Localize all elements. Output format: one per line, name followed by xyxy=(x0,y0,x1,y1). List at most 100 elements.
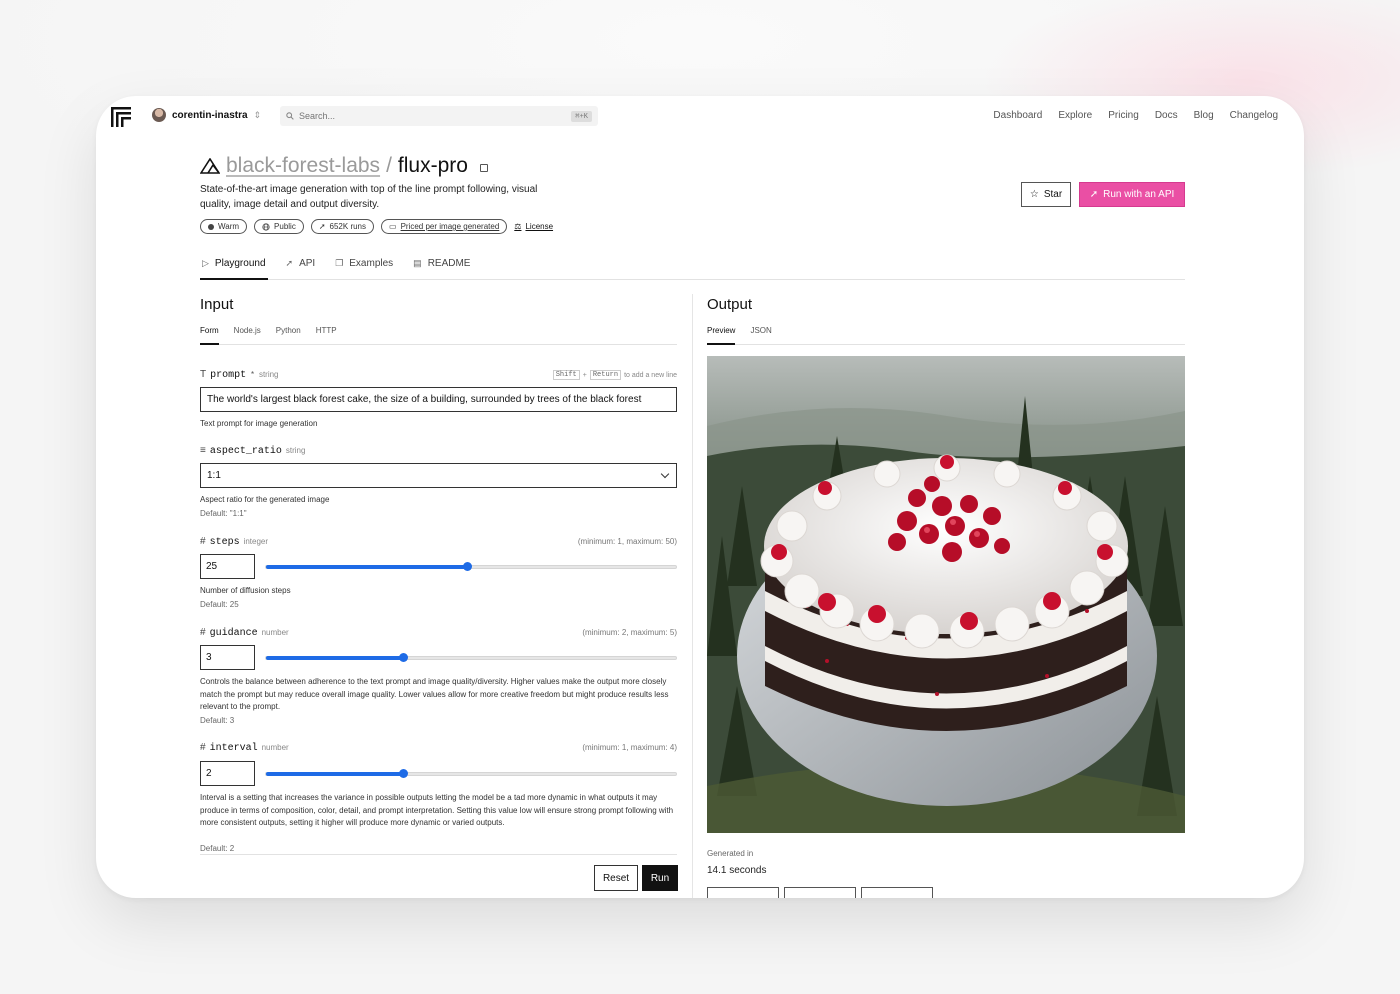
nav-dashboard[interactable]: Dashboard xyxy=(993,110,1042,121)
username: corentin-inastra xyxy=(172,109,248,121)
license-label: License xyxy=(525,222,554,231)
flame-icon xyxy=(208,223,214,230)
guidance-name: guidance xyxy=(209,628,258,639)
slider-thumb[interactable] xyxy=(398,769,408,778)
scale-icon: ⚖ xyxy=(514,222,522,231)
output-action-3[interactable] xyxy=(861,887,933,898)
warm-label: Warm xyxy=(218,222,240,231)
input-heading: Input xyxy=(200,296,234,313)
nav-pricing[interactable]: Pricing xyxy=(1108,110,1139,121)
search-bar[interactable]: ⌘+K xyxy=(280,106,598,126)
model-description: State-of-the-art image generation with t… xyxy=(200,184,538,210)
copy-icon[interactable] xyxy=(479,164,488,172)
tab-readme[interactable]: ▤ README xyxy=(411,258,472,280)
aspect-ratio-name: aspect_ratio xyxy=(209,446,282,457)
slider-fill xyxy=(266,565,467,569)
guidance-default: Default: 3 xyxy=(200,716,235,725)
tab-label: README xyxy=(427,258,471,269)
slider-fill xyxy=(266,656,403,660)
slider-thumb[interactable] xyxy=(398,653,408,662)
hint-text: to add a new line xyxy=(624,371,677,379)
tab-preview[interactable]: Preview xyxy=(707,326,736,345)
replicate-logo-icon[interactable] xyxy=(110,106,132,128)
aspect-ratio-help: Aspect ratio for the generated image xyxy=(200,495,330,504)
steps-range: (minimum: 1, maximum: 50) xyxy=(577,537,677,546)
nav-changelog[interactable]: Changelog xyxy=(1230,110,1278,121)
output-action-1[interactable] xyxy=(707,887,779,898)
interval-type: number xyxy=(261,743,289,752)
runs-badge: ➚ 652K runs xyxy=(310,219,374,234)
generated-in-label: Generated in xyxy=(707,849,754,858)
runs-label: 652K runs xyxy=(329,222,366,231)
steps-input[interactable]: 25 xyxy=(200,554,255,579)
chevron-down-icon xyxy=(660,469,670,479)
user-switcher[interactable]: corentin-inastra ⇕ xyxy=(152,108,261,122)
title-separator: / xyxy=(386,154,392,177)
nav-blog[interactable]: Blog xyxy=(1194,110,1214,121)
output-actions xyxy=(707,887,933,898)
steps-default: Default: 25 xyxy=(200,600,239,609)
public-label: Public xyxy=(274,222,296,231)
public-badge: Public xyxy=(254,219,304,234)
nav-docs[interactable]: Docs xyxy=(1155,110,1178,121)
guidance-help: Controls the balance between adherence t… xyxy=(200,677,669,711)
interval-input[interactable]: 2 xyxy=(200,761,255,786)
run-with-api-button[interactable]: ➚ Run with an API xyxy=(1079,182,1185,207)
tab-nodejs[interactable]: Node.js xyxy=(234,326,261,344)
guidance-slider[interactable] xyxy=(265,653,677,662)
license-link[interactable]: ⚖ License xyxy=(514,222,553,231)
warm-badge: Warm xyxy=(200,219,248,234)
tab-python[interactable]: Python xyxy=(276,326,301,344)
aspect-ratio-label: ≡ aspect_ratio string xyxy=(200,445,305,457)
rocket-icon: ➚ xyxy=(1089,189,1099,200)
steps-label: # steps integer xyxy=(200,536,268,548)
aspect-ratio-select[interactable]: 1:1 xyxy=(200,463,677,488)
tab-label: API xyxy=(299,258,316,269)
output-heading: Output xyxy=(707,296,753,313)
tab-examples[interactable]: ❐ Examples xyxy=(333,258,395,280)
search-icon xyxy=(286,112,294,120)
guidance-range: (minimum: 2, maximum: 5) xyxy=(582,628,677,637)
tab-form[interactable]: Form xyxy=(200,326,219,345)
chevron-updown-icon: ⇕ xyxy=(253,109,262,120)
required-mark: * xyxy=(250,371,255,380)
interval-name: interval xyxy=(209,743,258,754)
slider-thumb[interactable] xyxy=(462,562,472,571)
steps-slider[interactable] xyxy=(265,562,677,571)
search-input[interactable] xyxy=(299,111,559,121)
prompt-label: T prompt * string xyxy=(200,369,279,381)
app-window: corentin-inastra ⇕ ⌘+K Dashboard Explore… xyxy=(96,96,1304,898)
output-action-2[interactable] xyxy=(784,887,856,898)
model-name: flux-pro xyxy=(397,154,468,177)
tab-http[interactable]: HTTP xyxy=(316,326,337,344)
run-button[interactable]: Run xyxy=(642,865,678,891)
nav-explore[interactable]: Explore xyxy=(1058,110,1092,121)
tab-json[interactable]: JSON xyxy=(750,326,771,344)
interval-default: Default: 2 xyxy=(200,844,235,853)
top-nav: Dashboard Explore Pricing Docs Blog Chan… xyxy=(993,110,1278,121)
slider-fill xyxy=(266,772,403,776)
number-type-icon: # xyxy=(200,536,206,547)
money-icon: ▭ xyxy=(389,222,397,231)
interval-label: # interval number xyxy=(200,742,289,754)
aspect-ratio-value: 1:1 xyxy=(207,470,221,481)
examples-icon: ❐ xyxy=(335,258,344,268)
guidance-input[interactable]: 3 xyxy=(200,645,255,670)
pricing-badge[interactable]: ▭ Priced per image generated xyxy=(381,219,508,234)
tab-api[interactable]: ➚ API xyxy=(284,258,318,280)
panel-divider xyxy=(692,294,693,898)
newline-hint: Shift + Return to add a new line xyxy=(552,370,677,380)
reset-button[interactable]: Reset xyxy=(594,865,638,891)
input-subtabs: Form Node.js Python HTTP xyxy=(200,326,677,345)
interval-range: (minimum: 1, maximum: 4) xyxy=(582,743,677,752)
aspect-ratio-type: string xyxy=(285,446,306,455)
tab-playground[interactable]: ▷ Playground xyxy=(200,258,268,280)
org-link[interactable]: black-forest-labs xyxy=(226,154,380,178)
star-button[interactable]: ☆ Star xyxy=(1021,182,1071,207)
interval-help: Interval is a setting that increases the… xyxy=(200,793,674,827)
interval-slider[interactable] xyxy=(265,769,677,778)
prompt-input[interactable]: The world's largest black forest cake, t… xyxy=(200,387,677,412)
generated-image[interactable] xyxy=(707,356,1185,833)
avatar xyxy=(152,108,166,122)
prompt-help: Text prompt for image generation xyxy=(200,419,318,428)
